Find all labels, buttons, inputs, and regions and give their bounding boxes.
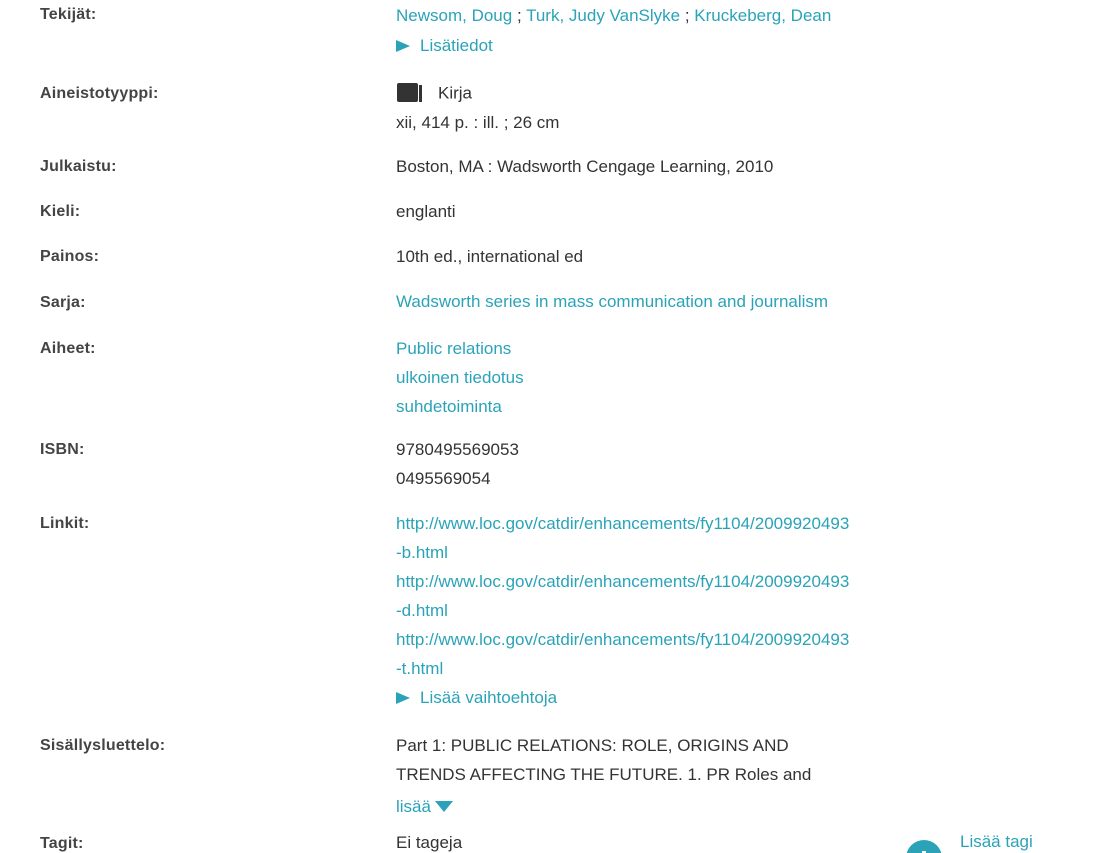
- links-label: Linkit:: [40, 515, 90, 532]
- subject-link-2[interactable]: ulkoinen tiedotus: [396, 363, 524, 392]
- edition-value: 10th ed., international ed: [396, 247, 584, 266]
- isbn-label: ISBN:: [40, 441, 85, 458]
- add-tag-link[interactable]: Lisää tagi: [960, 832, 1033, 852]
- subjects-label: Aiheet:: [40, 340, 96, 357]
- subjects-list: Public relations ulkoinen tiedotus suhde…: [396, 334, 524, 421]
- tags-value: Ei tageja: [396, 833, 463, 852]
- language-label: Kieli:: [40, 203, 81, 220]
- published-label: Julkaistu:: [40, 158, 117, 175]
- material-extent: xii, 414 p. : ill. ; 26 cm: [396, 113, 560, 132]
- contents-label: Sisällysluettelo:: [40, 737, 166, 754]
- link-d-line1[interactable]: http://www.loc.gov/catdir/enhancements/f…: [396, 567, 849, 596]
- book-icon: [396, 81, 424, 103]
- subject-link-3[interactable]: suhdetoiminta: [396, 392, 524, 421]
- authors-value: Newsom, Doug ; Turk, Judy VanSlyke ; Kru…: [396, 6, 831, 26]
- contents-line-1: Part 1: PUBLIC RELATIONS: ROLE, ORIGINS …: [396, 736, 789, 755]
- more-options-toggle[interactable]: Lisää vaihtoehtoja: [396, 683, 849, 712]
- authors-label: Tekijät:: [40, 6, 97, 23]
- link-d-line2[interactable]: -d.html: [396, 596, 849, 625]
- link-b-line2[interactable]: -b.html: [396, 538, 849, 567]
- published-value: Boston, MA : Wadsworth Cengage Learning,…: [396, 157, 774, 176]
- expand-triangle-icon: [396, 691, 410, 704]
- more-info-link[interactable]: Lisätiedot: [420, 36, 493, 55]
- contents-more-link[interactable]: lisää: [396, 797, 431, 816]
- chevron-down-icon: [434, 801, 453, 813]
- author-link-1[interactable]: Newsom, Doug: [396, 6, 512, 25]
- author-link-3[interactable]: Kruckeberg, Dean: [694, 6, 831, 25]
- expand-triangle-icon: [396, 39, 410, 52]
- contents-value: Part 1: PUBLIC RELATIONS: ROLE, ORIGINS …: [396, 731, 811, 825]
- isbn-value-2: 0495569054: [396, 469, 491, 488]
- series-label: Sarja:: [40, 294, 86, 311]
- add-tag-plus-icon[interactable]: [906, 840, 942, 853]
- isbn-list: 9780495569053 0495569054: [396, 435, 519, 493]
- isbn-value-1: 9780495569053: [396, 440, 519, 459]
- language-value: englanti: [396, 202, 456, 221]
- edition-label: Painos:: [40, 248, 100, 265]
- link-t-line2[interactable]: -t.html: [396, 654, 849, 683]
- series-link[interactable]: Wadsworth series in mass communication a…: [396, 292, 828, 312]
- tags-label: Tagit:: [40, 835, 84, 852]
- author-separator: ;: [680, 6, 695, 25]
- subject-link-1[interactable]: Public relations: [396, 334, 524, 363]
- link-t-line1[interactable]: http://www.loc.gov/catdir/enhancements/f…: [396, 625, 849, 654]
- contents-line-2: TRENDS AFFECTING THE FUTURE. 1. PR Roles…: [396, 765, 812, 784]
- author-separator: ;: [512, 6, 527, 25]
- material-type-label: Aineistotyyppi:: [40, 85, 159, 102]
- material-type-value: Kirja: [396, 83, 472, 105]
- author-link-2[interactable]: Turk, Judy VanSlyke: [526, 6, 680, 25]
- link-b-line1[interactable]: http://www.loc.gov/catdir/enhancements/f…: [396, 509, 849, 538]
- more-options-link[interactable]: Lisää vaihtoehtoja: [420, 688, 557, 707]
- more-info-toggle[interactable]: Lisätiedot: [396, 36, 493, 56]
- links-list: http://www.loc.gov/catdir/enhancements/f…: [396, 509, 849, 712]
- material-type-text: Kirja: [438, 83, 473, 103]
- contents-more-toggle[interactable]: lisää: [396, 789, 811, 825]
